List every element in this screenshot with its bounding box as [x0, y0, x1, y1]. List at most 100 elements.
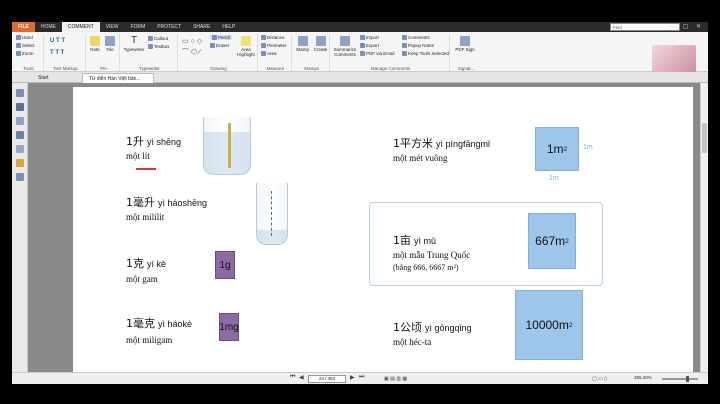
area-highlight-icon	[241, 36, 251, 46]
zoom-icon	[16, 51, 21, 56]
callout-button[interactable]: Callout	[148, 36, 168, 41]
vertical-scrollbar[interactable]	[700, 83, 708, 372]
shape-tools[interactable]: ▭ ○ ◇	[182, 37, 202, 45]
perimeter-tool[interactable]: Perimeter	[261, 43, 287, 48]
prev-page-icon[interactable]: ◀	[299, 374, 304, 381]
term-milligram: 1毫克 yì háokè	[126, 317, 193, 330]
tab-help[interactable]: HELP	[216, 22, 241, 32]
pencil-icon	[212, 35, 217, 40]
gram-weight: 1g	[215, 251, 235, 279]
ribbon-tab-bar: FILE HOME COMMENT VIEW FORM PROTECT SHAR…	[12, 22, 708, 32]
tab-form[interactable]: FORM	[124, 22, 151, 32]
document-tab-bar: Start Từ điển Hán Việt bản...	[12, 72, 708, 83]
term-mu: 1亩 yì mǔ	[393, 234, 437, 247]
term-milliliter-meaning: một mililit	[126, 212, 165, 222]
left-side-panel	[12, 83, 28, 372]
textbox-icon	[148, 44, 153, 49]
signature-panel-icon[interactable]	[15, 173, 24, 181]
create-stamp-button[interactable]: Create	[312, 36, 329, 52]
comments-panel-icon[interactable]	[15, 131, 24, 139]
stamp-button[interactable]: Stamp	[294, 36, 311, 52]
measure-caption: Measure	[266, 66, 285, 71]
manage-comments-caption: Manage Comments	[370, 66, 411, 71]
text-markup-caption: Text Markup	[53, 66, 78, 71]
term-liter-meaning: một lít	[126, 151, 150, 161]
layers-icon[interactable]	[15, 117, 24, 125]
hand-icon	[16, 35, 21, 40]
note-button[interactable]: Note	[88, 36, 102, 52]
lock-icon[interactable]	[15, 159, 24, 167]
area-tool[interactable]: Area	[261, 51, 277, 56]
manage-comments-group: Summarize Comments Import Export PDF via…	[332, 34, 450, 71]
markup-tools-2[interactable]: T T T	[50, 50, 64, 56]
zoom-slider-handle[interactable]	[686, 376, 689, 382]
distance-tool[interactable]: Distance	[261, 35, 285, 40]
area-highlight-button[interactable]: Area Highlight	[235, 36, 257, 57]
file-button[interactable]: File	[103, 36, 117, 52]
zoom-slider[interactable]	[662, 376, 698, 382]
pdf-sign-button[interactable]: PDF Sign	[454, 36, 476, 52]
tab-comment[interactable]: COMMENT	[61, 22, 100, 32]
mu-box: 667m 2	[528, 213, 576, 269]
ribbon-toolbar: Hand Select Zoom Tools U T T T T T Text …	[12, 32, 708, 79]
typewriter-button[interactable]: T Typewriter	[122, 36, 146, 53]
next-page-icon[interactable]: ▶	[350, 374, 355, 381]
term-mu-note: (bằng 666, 6667 m²)	[393, 263, 459, 272]
eraser-tool[interactable]: Eraser	[210, 43, 229, 48]
status-bar: ⏮ ◀ 23 / 353 ▶ ⏭ ▣ ▤ ▥ ▦ ▢ ▭ ▯ 255.20%	[12, 372, 708, 384]
pin-caption: Pin	[100, 66, 107, 71]
summarize-comments-button[interactable]: Summarize Comments	[332, 36, 358, 57]
attachments-icon[interactable]	[15, 145, 24, 153]
view-mode-icons[interactable]: ▣ ▤ ▥ ▦	[384, 376, 407, 382]
shape-tools-2[interactable]: ⌒ ⬡ ∕	[182, 47, 200, 57]
window-controls[interactable]: — ▢ ✕	[669, 23, 704, 30]
summarize-icon	[340, 36, 350, 46]
page-thumbnails-icon[interactable]	[15, 89, 24, 97]
pencil-tool[interactable]: Pencil	[210, 35, 233, 40]
import-button[interactable]: Import	[360, 35, 379, 40]
scroll-thumb[interactable]	[702, 123, 707, 153]
term-milliliter: 1毫升 yì háoshēng	[126, 196, 208, 209]
keep-tools-selected-toggle[interactable]: Keep Tools Selected	[402, 51, 449, 56]
pdf-editor-window: FILE HOME COMMENT VIEW FORM PROTECT SHAR…	[12, 22, 708, 384]
area-icon	[261, 51, 266, 56]
tab-protect[interactable]: PROTECT	[151, 22, 187, 32]
tab-document[interactable]: Từ điển Hán Việt bản...	[82, 73, 154, 83]
page-number-input[interactable]: 23 / 353	[308, 375, 346, 383]
side-length-label: 1m	[583, 144, 593, 151]
zoom-tool[interactable]: Zoom	[16, 51, 34, 56]
tab-document-label: Từ điển Hán Việt bản...	[89, 76, 141, 82]
select-tool[interactable]: Select	[16, 43, 35, 48]
export-button[interactable]: Export	[360, 43, 379, 48]
zoom-level: 255.20%	[634, 375, 652, 380]
comments-dropdown[interactable]: Comments	[402, 35, 430, 40]
pdf-via-email-button[interactable]: PDF via Email	[360, 51, 395, 56]
comments-icon	[402, 35, 407, 40]
term-gram: 1克 yí kè	[126, 257, 167, 270]
tab-home[interactable]: HOME	[35, 22, 62, 32]
term-milligram-meaning: một miligam	[126, 335, 173, 345]
markup-tools[interactable]: U T T	[50, 38, 65, 44]
select-icon	[16, 43, 21, 48]
hand-tool[interactable]: Hand	[16, 35, 33, 40]
milligram-weight: 1mg	[219, 313, 239, 341]
document-page: 1升 yì shēng một lít 1毫升 yì háoshēng một mi…	[73, 87, 693, 372]
stamp-icon	[297, 36, 308, 46]
layout-icons[interactable]: ▢ ▭ ▯	[592, 376, 607, 382]
pin-group: Note File Pin	[88, 34, 120, 71]
last-page-icon[interactable]: ⏭	[359, 374, 364, 381]
term-square-meter: 1平方米 yì píngfāngmǐ	[393, 137, 491, 150]
tools-caption: Tools	[23, 66, 34, 71]
tab-file[interactable]: FILE	[12, 22, 35, 32]
first-page-icon[interactable]: ⏮	[290, 374, 295, 381]
tab-view[interactable]: VIEW	[100, 22, 125, 32]
textbox-button[interactable]: Textbox	[148, 44, 170, 49]
bookmarks-icon[interactable]	[15, 103, 24, 111]
pen-signature-icon	[460, 36, 470, 46]
tab-share[interactable]: SHARE	[187, 22, 216, 32]
hectare-box: 10000m 2	[515, 290, 583, 360]
tab-start[interactable]: Start	[32, 73, 55, 83]
callout-icon	[148, 36, 153, 41]
typewriter-group: T Typewriter Callout Textbox Typewriter	[122, 34, 178, 71]
popup-notes-dropdown[interactable]: Popup Notes	[402, 43, 434, 48]
